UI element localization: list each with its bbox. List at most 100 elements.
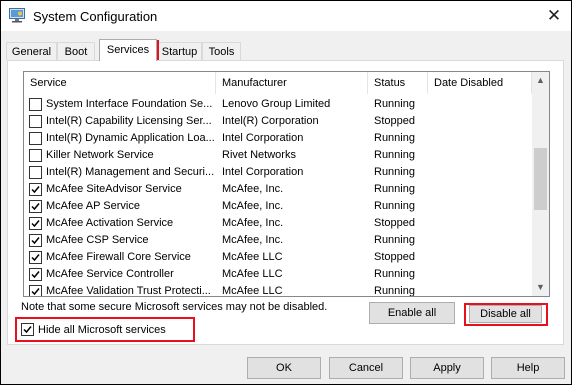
date-disabled-cell (434, 147, 532, 164)
manufacturer-cell: McAfee LLC (222, 285, 283, 297)
manufacturer-cell: Intel Corporation (222, 132, 304, 144)
scroll-up-button[interactable]: ▲ (532, 72, 549, 89)
table-row[interactable]: McAfee CSP Service McAfee, Inc. Running (24, 232, 532, 249)
ok-button[interactable]: OK (247, 357, 321, 379)
table-row[interactable]: McAfee Service Controller McAfee LLC Runni… (24, 266, 532, 283)
service-checkbox[interactable] (29, 268, 42, 281)
manufacturer-cell: McAfee LLC (222, 268, 283, 280)
title-bar: System Configuration ✕ (1, 1, 571, 31)
cancel-button[interactable]: Cancel (329, 357, 403, 379)
tab-startup[interactable]: Startup (157, 42, 202, 60)
column-header-service[interactable]: Service (24, 72, 216, 94)
service-checkbox[interactable] (29, 251, 42, 264)
service-name-cell: McAfee SiteAdvisor Service (46, 183, 182, 195)
tab-boot[interactable]: Boot (57, 42, 95, 60)
service-name-cell: McAfee Firewall Core Service (46, 251, 191, 263)
table-row[interactable]: System Interface Foundation Se... Lenovo … (24, 96, 532, 113)
service-name-cell: McAfee Validation Trust Protecti... (46, 285, 211, 297)
column-header-manufacturer[interactable]: Manufacturer (216, 72, 368, 94)
status-cell: Stopped (374, 217, 415, 229)
date-disabled-cell (434, 113, 532, 130)
service-checkbox[interactable] (29, 217, 42, 230)
scroll-thumb[interactable] (534, 148, 547, 210)
tab-general[interactable]: General (6, 42, 57, 60)
column-header-date-disabled[interactable]: Date Disabled (428, 72, 532, 94)
service-checkbox[interactable] (29, 166, 42, 179)
button-label: Help (516, 362, 540, 374)
service-checkbox[interactable] (29, 200, 42, 213)
hide-microsoft-highlight (15, 317, 195, 342)
date-disabled-cell (434, 266, 532, 283)
column-header-status[interactable]: Status (368, 72, 428, 94)
service-name-cell: Killer Network Service (46, 149, 154, 161)
service-checkbox[interactable] (29, 132, 42, 145)
table-row[interactable]: McAfee AP Service McAfee, Inc. Running (24, 198, 532, 215)
date-disabled-cell (434, 215, 532, 232)
service-name-cell: System Interface Foundation Se... (46, 98, 213, 110)
table-row[interactable]: McAfee Validation Trust Protecti... McAfe… (24, 283, 532, 297)
status-cell: Running (374, 200, 415, 212)
service-checkbox[interactable] (29, 285, 42, 296)
manufacturer-cell: Intel Corporation (222, 166, 304, 178)
date-disabled-cell (434, 232, 532, 249)
manufacturer-cell: Lenovo Group Limited (222, 98, 331, 110)
status-cell: Running (374, 98, 415, 110)
tab-label: Startup (161, 46, 198, 58)
service-name-cell: McAfee CSP Service (46, 234, 149, 246)
checkmark-icon (31, 186, 40, 194)
apply-button[interactable]: Apply (410, 357, 484, 379)
date-disabled-cell (434, 96, 532, 113)
status-cell: Running (374, 285, 415, 297)
table-row[interactable]: McAfee SiteAdvisor Service McAfee, Inc. Ru… (24, 181, 532, 198)
enable-all-button[interactable]: Enable all (369, 302, 455, 324)
tab-label: Boot (64, 46, 88, 58)
disable-all-highlight (464, 303, 548, 326)
scroll-down-button[interactable]: ▼ (532, 279, 549, 296)
close-icon: ✕ (546, 6, 562, 25)
service-name-cell: Intel(R) Capability Licensing Ser... (46, 115, 212, 127)
date-disabled-cell (434, 130, 532, 147)
service-checkbox[interactable] (29, 98, 42, 111)
service-name-cell: Intel(R) Dynamic Application Loa... (46, 132, 215, 144)
status-cell: Running (374, 183, 415, 195)
service-checkbox[interactable] (29, 234, 42, 247)
service-checkbox[interactable] (29, 149, 42, 162)
vertical-scrollbar[interactable]: ▲ ▼ (532, 72, 549, 296)
table-row[interactable]: Intel(R) Management and Securi... Intel C… (24, 164, 532, 181)
tab-label: Tools (208, 46, 235, 58)
date-disabled-cell (434, 198, 532, 215)
date-disabled-cell (434, 181, 532, 198)
table-row[interactable]: McAfee Activation Service McAfee, Inc. Sto… (24, 215, 532, 232)
help-button[interactable]: Help (491, 357, 565, 379)
button-label: OK (276, 362, 292, 374)
tab-label: Services (106, 44, 150, 56)
manufacturer-cell: McAfee, Inc. (222, 200, 284, 212)
checkmark-icon (31, 237, 40, 245)
tab-tools[interactable]: Tools (202, 42, 241, 60)
status-cell: Running (374, 166, 415, 178)
service-name-cell: McAfee AP Service (46, 200, 140, 212)
button-label: Cancel (348, 362, 384, 374)
close-button[interactable]: ✕ (537, 3, 571, 29)
list-header: Service Manufacturer Status Date Disable… (24, 72, 532, 94)
manufacturer-cell: McAfee, Inc. (222, 217, 284, 229)
date-disabled-cell (434, 283, 532, 296)
table-row[interactable]: Killer Network Service Rivet Networks Runn… (24, 147, 532, 164)
manufacturer-cell: McAfee, Inc. (222, 234, 284, 246)
checkmark-icon (31, 203, 40, 211)
service-name-cell: Intel(R) Management and Securi... (46, 166, 215, 178)
table-row[interactable]: Intel(R) Dynamic Application Loa... Intel… (24, 130, 532, 147)
manufacturer-cell: Rivet Networks (222, 149, 296, 161)
msconfig-icon (9, 8, 25, 23)
service-checkbox[interactable] (29, 115, 42, 128)
service-checkbox[interactable] (29, 183, 42, 196)
tab-label: General (11, 46, 52, 58)
system-configuration-window: System Configuration ✕ General Boot Serv… (0, 0, 572, 385)
checkmark-icon (31, 288, 40, 296)
services-list[interactable]: Service Manufacturer Status Date Disable… (23, 71, 550, 297)
table-row[interactable]: McAfee Firewall Core Service McAfee LLC St… (24, 249, 532, 266)
date-disabled-cell (434, 249, 532, 266)
table-row[interactable]: Intel(R) Capability Licensing Ser... Inte… (24, 113, 532, 130)
secure-services-note: Note that some secure Microsoft services… (21, 301, 328, 313)
tab-services[interactable]: Services (99, 39, 157, 61)
